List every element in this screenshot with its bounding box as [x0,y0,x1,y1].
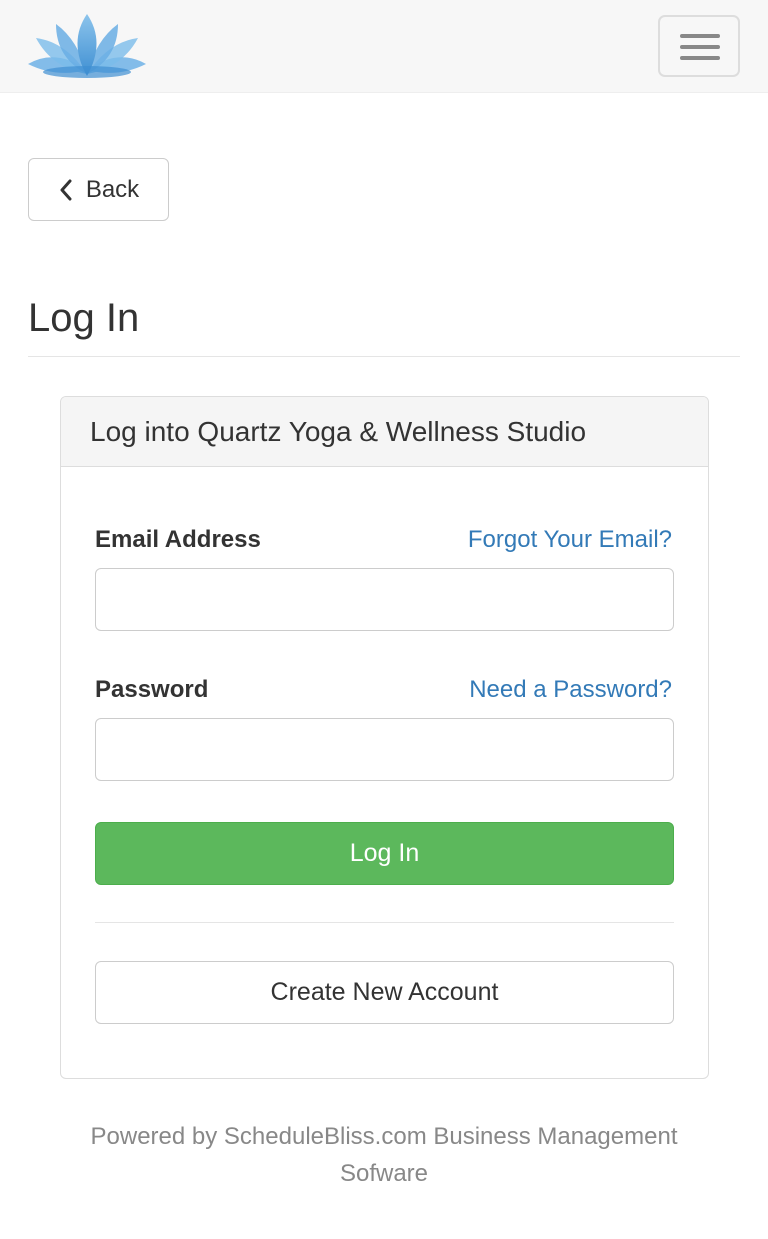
back-button-label: Back [85,175,140,203]
login-button[interactable]: Log In [95,822,674,885]
hamburger-menu-icon [680,56,720,60]
page-title: Log In [28,296,140,340]
hamburger-menu-icon [680,34,720,38]
email-label: Email Address [95,526,261,553]
password-field[interactable] [95,718,674,781]
forgot-email-link[interactable]: Forgot Your Email? [468,526,672,554]
title-divider [28,356,740,357]
footer-line-1: Powered by ScheduleBliss.com Business Ma… [90,1123,678,1150]
hamburger-menu-icon [680,45,720,49]
footer-line-2: Sofware [339,1160,429,1187]
top-navbar [0,0,768,93]
password-label: Password [95,676,209,703]
chevron-left-icon [60,179,72,200]
panel-heading: Log into Quartz Yoga & Wellness Studio [61,397,708,467]
lotus-logo-icon[interactable] [26,12,148,80]
create-account-button[interactable]: Create New Account [95,961,674,1024]
footer-text: Powered by ScheduleBliss.com Business Ma… [28,1118,740,1192]
email-field[interactable] [95,568,674,631]
menu-toggle-button[interactable] [658,15,740,77]
back-button[interactable]: Back [28,158,169,221]
need-password-link[interactable]: Need a Password? [469,676,672,704]
form-divider [95,922,674,923]
